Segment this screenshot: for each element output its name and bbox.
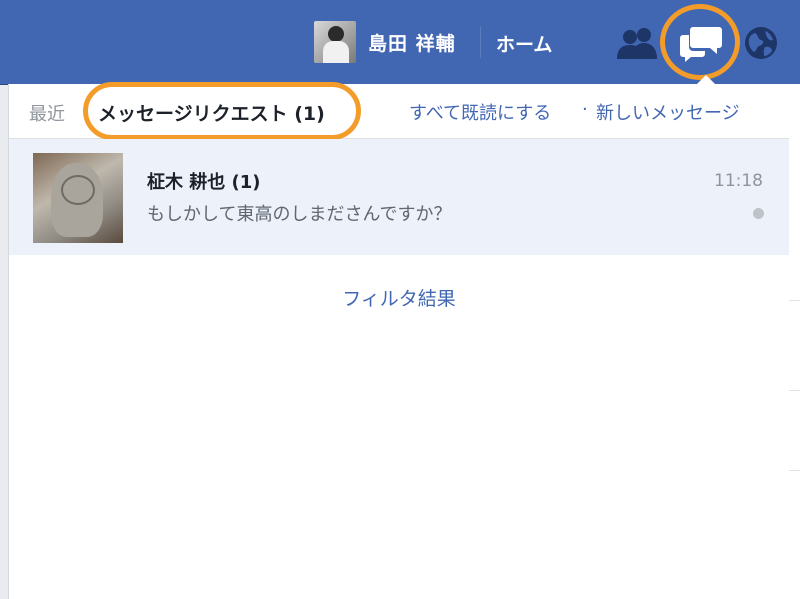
background-divider [789, 470, 800, 471]
messages-tabs: 最近 メッセージリクエスト (1) すべて既読にする · 新しいメッセージ [9, 82, 789, 140]
filter-results-link[interactable]: フィルタ結果 [9, 284, 789, 311]
tab-message-requests[interactable]: メッセージリクエスト (1) [98, 99, 325, 126]
thread-sender-name: 柾木 耕也 (1) [147, 172, 261, 193]
messages-button[interactable] [660, 4, 740, 80]
globe-icon[interactable] [743, 25, 779, 61]
thread-snippet: もしかして東高のしまださんですか？ [147, 204, 452, 225]
mark-all-read-link[interactable]: すべて既読にする [409, 99, 551, 125]
list-item[interactable]: 柾木 耕也 (1) もしかして東高のしまださんですか？ 11:18 [9, 139, 789, 256]
tab-recent[interactable]: 最近 [29, 100, 65, 126]
top-navigation-bar: 島田 祥輔 ホーム [0, 0, 800, 85]
background-divider [789, 300, 800, 301]
profile-name[interactable]: 島田 祥輔 [368, 29, 456, 56]
action-separator: · [582, 99, 588, 120]
profile-link[interactable]: 島田 祥輔 [314, 20, 456, 64]
thread-avatar [33, 153, 123, 243]
messages-dropdown: 最近 メッセージリクエスト (1) すべて既読にする · 新しいメッセージ 柾木… [8, 75, 790, 599]
background-page-edge [789, 84, 800, 599]
background-divider [789, 390, 800, 391]
new-message-link[interactable]: 新しいメッセージ [596, 99, 740, 125]
messages-icon [680, 27, 722, 62]
nav-divider [480, 26, 481, 58]
friends-icon[interactable] [617, 26, 657, 60]
thread-timestamp: 11:18 [714, 171, 763, 191]
mark-as-read-dot[interactable] [753, 208, 764, 219]
home-link[interactable]: ホーム [496, 30, 552, 57]
avatar[interactable] [314, 21, 356, 63]
